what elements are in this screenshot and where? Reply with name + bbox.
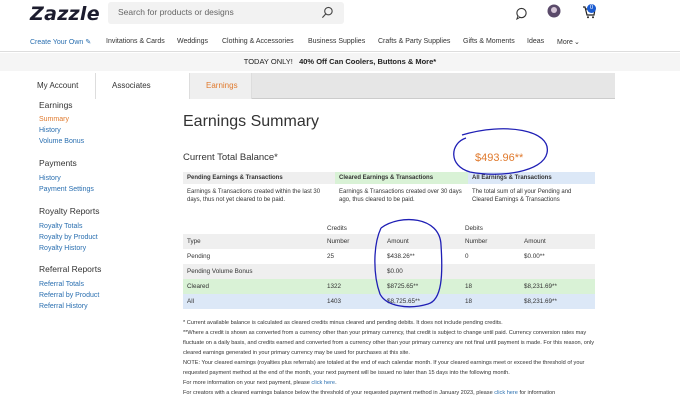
threshold-info-link[interactable]: click here <box>494 390 518 396</box>
table-header-row: Type Number Amount Number Amount <box>183 234 595 249</box>
cell-debit-amount: $8,231.69** <box>524 283 557 290</box>
avatar-icon[interactable] <box>547 4 561 18</box>
cell-debit-amount: $0.00** <box>524 253 545 260</box>
chat-icon[interactable] <box>515 7 528 20</box>
desc-cleared-head: Cleared Earnings & Transactions <box>335 172 468 184</box>
sidebar-link-royalty-by-product[interactable]: Royalty by Product <box>39 234 98 241</box>
sidebar-section-royalty: Royalty Reports <box>39 206 100 216</box>
sidebar-link-volume-bonus[interactable]: Volume Bonus <box>39 138 84 145</box>
footnote-5-text: For creators with a cleared earnings bal… <box>183 390 495 396</box>
promo-banner[interactable]: TODAY ONLY! 40% Off Can Coolers, Buttons… <box>0 53 680 71</box>
zazzle-logo[interactable]: Zazzle <box>30 3 100 25</box>
table-row: Pending 25 $438.26** 0 $0.00** <box>183 249 595 264</box>
cell-credit-number: 1403 <box>327 298 342 305</box>
cell-type: Cleared <box>187 283 210 290</box>
account-tabs: My Account Associates Earnings <box>24 73 615 99</box>
footnote-5-suffix: for information <box>517 390 556 396</box>
desc-pending-body: Earnings & Transactions created within t… <box>187 189 321 203</box>
footnote-3: NOTE: Your cleared earnings (royalties p… <box>183 360 585 376</box>
header: Zazzle Search for products or designs 0 <box>0 0 680 30</box>
nav-ideas[interactable]: Ideas <box>527 38 544 45</box>
balance-value: $493.96** <box>475 152 524 164</box>
table-row: Cleared 1322 $8725.65** 18 $8,231.69** <box>183 279 595 294</box>
tab-earnings[interactable]: Earnings <box>190 73 252 99</box>
next-payment-link[interactable]: click here <box>311 380 335 386</box>
desc-pending-head: Pending Earnings & Transactions <box>183 172 335 184</box>
cell-debit-number: 0 <box>465 253 469 260</box>
promo-prefix: TODAY ONLY! <box>243 57 293 66</box>
page-title: Earnings Summary <box>183 113 320 130</box>
sidebar-section-referral: Referral Reports <box>39 264 102 274</box>
footnotes: * Current available balance is calculate… <box>183 318 603 398</box>
nav-gifts[interactable]: Gifts & Moments <box>463 38 515 45</box>
pencil-icon: ✎ <box>85 39 92 46</box>
sidebar-link-referral-by-product[interactable]: Referral by Product <box>39 292 99 299</box>
col-debit-number: Number <box>465 238 488 245</box>
nav-create-your-own[interactable]: Create Your Own ✎ <box>30 38 91 46</box>
footnote-4: For more information on your next paymen… <box>183 380 337 386</box>
cell-debit-number: 18 <box>465 283 473 290</box>
nav-more[interactable]: More⌄ <box>557 38 580 46</box>
sidebar-link-history[interactable]: History <box>39 127 61 134</box>
sidebar-section-payments: Payments <box>39 158 77 168</box>
sidebar-link-summary[interactable]: Summary <box>39 116 69 123</box>
cell-type: All <box>187 298 194 305</box>
table-row: Pending Volume Bonus $0.00 <box>183 264 595 279</box>
col-credit-number: Number <box>327 238 350 245</box>
desc-pending: Pending Earnings & Transactions Earnings… <box>183 172 335 212</box>
desc-all-head: All Earnings & Transactions <box>468 172 595 184</box>
cell-credit-number: 1322 <box>327 283 342 290</box>
col-credit-amount: Amount <box>387 238 409 245</box>
sidebar-link-royalty-history[interactable]: Royalty History <box>39 245 86 252</box>
table-row: All 1403 $8,725.65** 18 $8,231.69** <box>183 294 595 309</box>
footnote-2: **Where a credit is shown as converted f… <box>183 330 595 356</box>
desc-cleared-body: Earnings & Transactions created over 30 … <box>339 189 462 203</box>
sidebar-link-referral-history[interactable]: Referral History <box>39 303 88 310</box>
search-bar[interactable]: Search for products or designs <box>108 2 344 24</box>
footnote-4-text: For more information on your next paymen… <box>183 380 312 386</box>
main-nav: Create Your Own ✎ Invitations & Cards Wed… <box>0 32 680 52</box>
cell-debit-number: 18 <box>465 298 473 305</box>
col-type: Type <box>187 238 201 245</box>
cell-credit-amount: $438.26** <box>387 253 415 260</box>
footnote-5: For creators with a cleared earnings bal… <box>183 388 603 398</box>
tab-associates[interactable]: Associates <box>96 73 190 99</box>
nav-weddings[interactable]: Weddings <box>177 38 208 45</box>
promo-text: 40% Off Can Coolers, Buttons & More* <box>299 57 437 66</box>
nav-invitations[interactable]: Invitations & Cards <box>106 38 165 45</box>
cell-type: Pending <box>187 253 211 260</box>
sidebar-link-referral-totals[interactable]: Referral Totals <box>39 281 84 288</box>
nav-business[interactable]: Business Supplies <box>308 38 365 45</box>
cart-count-badge: 0 <box>587 4 596 13</box>
desc-cleared: Cleared Earnings & Transactions Earnings… <box>335 172 468 212</box>
sidebar-section-earnings: Earnings <box>39 100 73 110</box>
nav-crafts[interactable]: Crafts & Party Supplies <box>378 38 450 45</box>
cell-credit-amount: $8725.65** <box>387 283 419 290</box>
cell-type: Pending Volume Bonus <box>187 268 253 275</box>
tab-my-account[interactable]: My Account <box>24 73 96 99</box>
sidebar-link-payment-history[interactable]: History <box>39 175 61 182</box>
sidebar-link-payment-settings[interactable]: Payment Settings <box>39 186 94 193</box>
search-input[interactable]: Search for products or designs <box>118 7 234 17</box>
search-icon[interactable] <box>321 6 334 19</box>
cell-credit-number: 25 <box>327 253 335 260</box>
col-debit-amount: Amount <box>524 238 546 245</box>
footnote-1: * Current available balance is calculate… <box>183 320 503 326</box>
chevron-down-icon: ⌄ <box>573 39 580 46</box>
nav-clothing[interactable]: Clothing & Accessories <box>222 38 294 45</box>
balance-label: Current Total Balance* <box>183 152 278 163</box>
cell-debit-amount: $8,231.69** <box>524 298 557 305</box>
cell-credit-amount: $8,725.65** <box>387 298 420 305</box>
nav-more-label: More <box>557 39 573 46</box>
desc-all: All Earnings & Transactions The total su… <box>468 172 595 212</box>
sidebar-link-royalty-totals[interactable]: Royalty Totals <box>39 223 82 230</box>
nav-label: Create Your Own <box>30 39 84 46</box>
cell-credit-amount: $0.00 <box>387 268 403 275</box>
desc-all-body: The total sum of all your Pending and Cl… <box>472 189 572 203</box>
